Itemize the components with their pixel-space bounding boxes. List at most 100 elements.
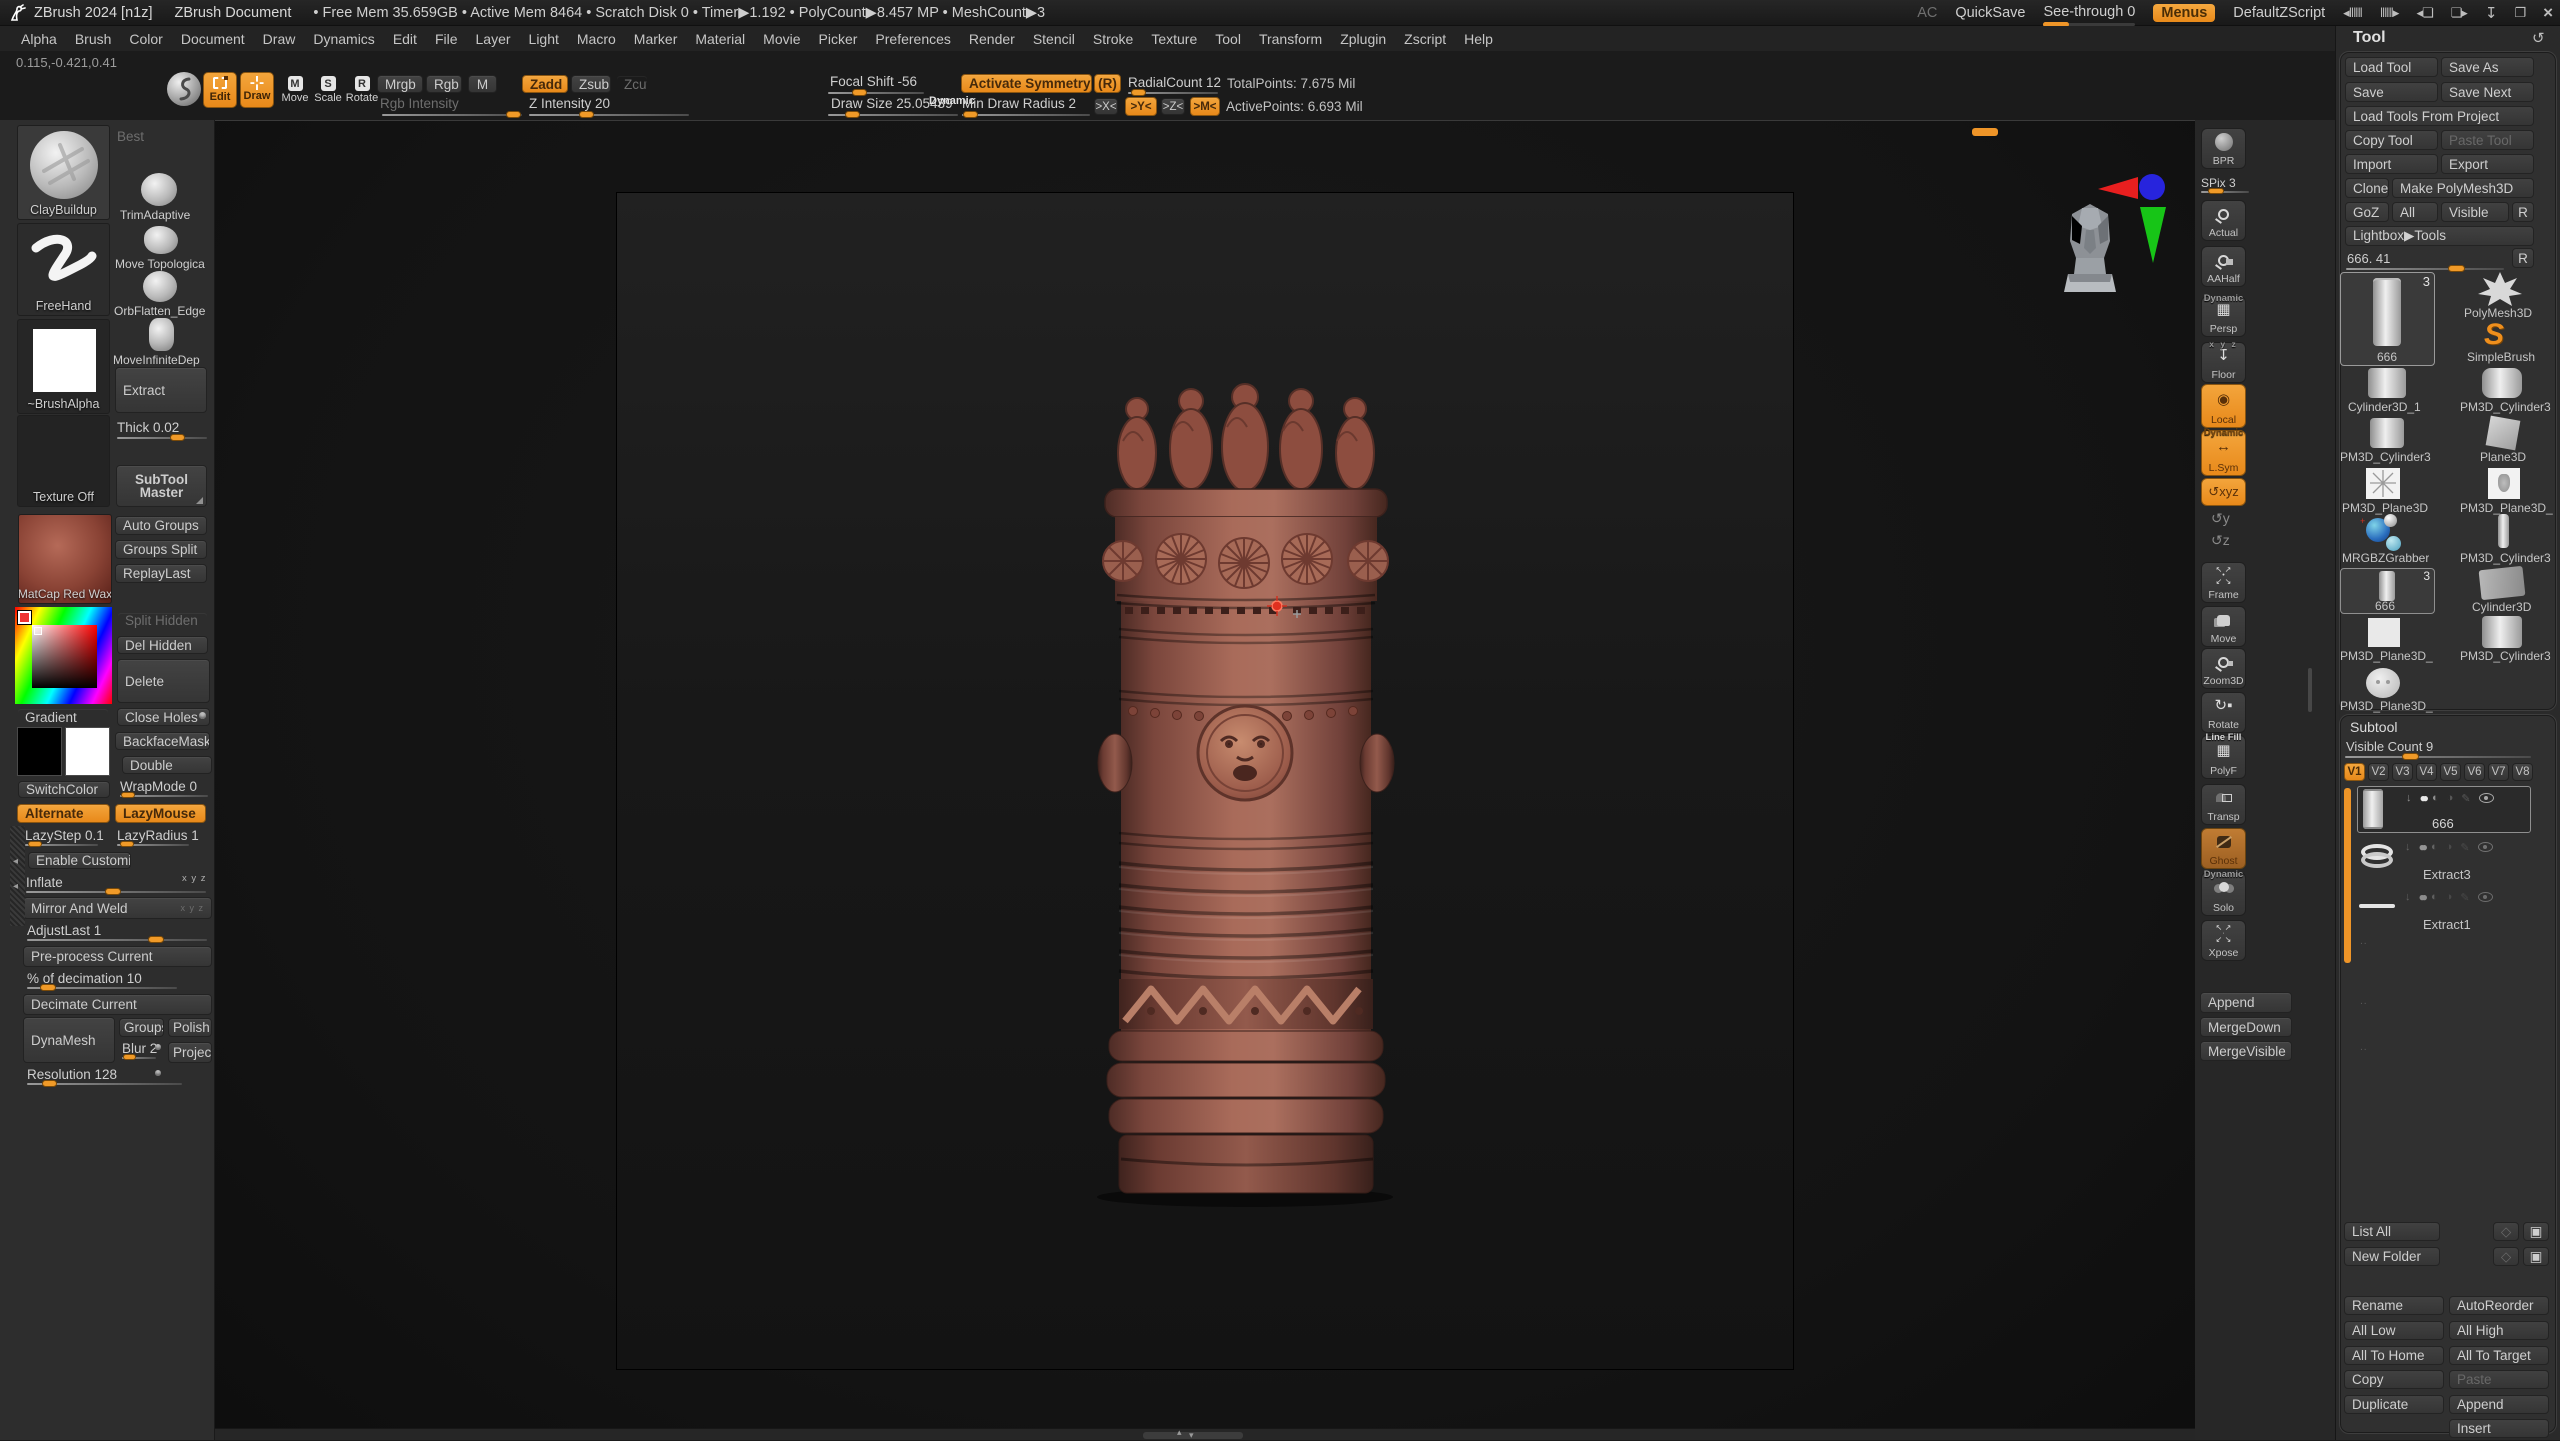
sculpt-brush-icon[interactable]: ✎ [2460, 891, 2469, 904]
menu-alpha[interactable]: Alpha [12, 29, 66, 49]
rgb-intensity-track[interactable] [382, 114, 522, 116]
zbrush-sphere-logo[interactable] [167, 72, 201, 106]
subtool-scroll-indicator[interactable] [2344, 788, 2351, 963]
tool-666-track[interactable] [2346, 268, 2504, 270]
scroll-up-icon[interactable]: ▴ [1177, 1427, 1182, 1438]
tool-item-pm3d-cylinder3-b[interactable]: PM3D_Cylinder3 [2340, 418, 2440, 466]
rotate-button[interactable]: R Rotate [346, 76, 378, 108]
trimadaptive-thumbnail[interactable] [141, 173, 177, 206]
spix-slider[interactable]: SPix 3 [2201, 174, 2251, 190]
visible-count-track[interactable] [2345, 756, 2531, 758]
tray-collapse-right-icon[interactable]: ‖‖‖▸ [2380, 5, 2399, 21]
scroll-down-icon[interactable]: ▾ [1189, 1430, 1194, 1441]
palette-reset-icon[interactable]: ↺ [2532, 29, 2545, 47]
goz-button[interactable]: GoZ [2345, 202, 2389, 222]
save-button[interactable]: Save [2345, 82, 2438, 102]
wrap-mode-handle[interactable] [121, 792, 135, 798]
restore-button[interactable]: ❐ [2514, 5, 2525, 21]
contrast2-icon[interactable]: ◑ [2446, 841, 2453, 853]
visibility-eye-icon[interactable] [2479, 793, 2494, 803]
all-to-target-button[interactable]: All To Target [2449, 1346, 2549, 1365]
solo-button[interactable]: Dynamic Solo [2201, 872, 2246, 916]
paint-icon[interactable]: ●● [2419, 840, 2424, 854]
gradient-button[interactable]: Gradient [17, 708, 109, 726]
tool-item-cylinder3d-1[interactable]: Cylinder3D_1 [2340, 368, 2440, 416]
polypaint-arrow-icon[interactable]: ↓ [2406, 792, 2412, 804]
adjust-last-track[interactable] [27, 939, 207, 941]
tool-item-pm3d-plane3d-b[interactable]: PM3D_Plane3D_ [2340, 618, 2440, 666]
menu-marker[interactable]: Marker [625, 29, 687, 49]
new-folder-button[interactable]: New Folder [2344, 1247, 2440, 1266]
copy-subtool-button[interactable]: Copy [2344, 1370, 2444, 1389]
subtool-tab-v3[interactable]: V3 [2392, 763, 2413, 781]
color-picker[interactable] [15, 607, 112, 704]
tool-item-pm3d-plane3d-nose[interactable]: PM3D_Plane3D_ [2460, 468, 2560, 516]
lsym-button[interactable]: Dynamic ↔ L.Sym [2201, 430, 2246, 476]
new-folder-aux-icon[interactable]: ◇ [2493, 1247, 2519, 1266]
actual-size-button[interactable]: Actual [2201, 200, 2246, 241]
bpr-render-button[interactable]: BPR [2201, 128, 2246, 169]
rotate-xyz-button[interactable]: ↺xyz [2201, 478, 2246, 506]
blur-handle[interactable] [123, 1054, 136, 1060]
switch-color-button[interactable]: SwitchColor [18, 781, 110, 798]
z-intensity-track[interactable] [529, 114, 689, 116]
contrast2-icon[interactable]: ◑ [2447, 792, 2454, 804]
menu-light[interactable]: Light [520, 29, 568, 49]
sym-m-button[interactable]: >M< [1190, 97, 1220, 116]
load-tool-button[interactable]: Load Tool [2345, 57, 2438, 77]
load-tools-from-project-button[interactable]: Load Tools From Project [2345, 106, 2534, 126]
tool-item-666-duplicate[interactable]: 3 666 [2340, 568, 2435, 614]
tool-item-simplebrush[interactable]: S SimpleBrush [2460, 322, 2540, 364]
min-draw-radius-handle[interactable] [963, 111, 978, 118]
dynamesh-project-button[interactable]: Project [168, 1042, 212, 1063]
double-button[interactable]: Double [122, 756, 212, 774]
preprocess-current-button[interactable]: Pre-process Current [23, 946, 212, 967]
focal-shift-track[interactable] [828, 92, 924, 94]
subtool-item-extract3[interactable]: ↓ ●● ◐ ◑ ✎ Extract3 [2357, 836, 2531, 883]
tool-item-pm3d-cylinder3-thin[interactable]: PM3D_Cylinder3 [2460, 518, 2560, 566]
menu-brush[interactable]: Brush [66, 29, 121, 49]
polyframe-button[interactable]: Line Fill ▦ PolyF [2201, 735, 2246, 779]
del-hidden-button[interactable]: Del Hidden [117, 636, 208, 654]
current-brush-claybuildup[interactable]: ClayBuildup [17, 125, 110, 220]
menu-stroke[interactable]: Stroke [1084, 29, 1142, 49]
split-hidden-button[interactable]: Split Hidden [117, 612, 208, 629]
best-label[interactable]: Best [117, 129, 144, 144]
move-button[interactable]: M Move [279, 76, 311, 108]
rotate-canvas-button[interactable]: ↻▪ Rotate [2201, 692, 2246, 733]
make-polymesh3d-button[interactable]: Make PolyMesh3D [2392, 178, 2534, 198]
orbflatten-thumbnail[interactable] [143, 271, 177, 302]
ac-toggle[interactable]: AC [1917, 5, 1937, 21]
subtool-item-extract1[interactable]: ↓ ●● ◐ ◑ ✎ Extract1 [2357, 886, 2531, 933]
perspective-button[interactable]: Dynamic ▦ Persp [2201, 296, 2246, 337]
sculpt-brush-icon[interactable]: ✎ [2461, 792, 2470, 805]
dynamesh-groups-button[interactable]: Groups [119, 1018, 164, 1037]
subtool-tab-v7[interactable]: V7 [2488, 763, 2509, 781]
subtool-tab-v6[interactable]: V6 [2464, 763, 2485, 781]
thick-handle[interactable] [170, 434, 185, 441]
viewport-canvas[interactable] [215, 120, 2195, 1428]
lazy-step-handle[interactable] [28, 841, 42, 847]
axis-orientation-gizmo[interactable] [2090, 173, 2185, 298]
color-picker-square[interactable] [32, 625, 97, 688]
paint-icon[interactable]: ●● [2419, 890, 2424, 904]
adjust-last-handle[interactable] [148, 936, 164, 943]
subtool-tab-v4[interactable]: V4 [2416, 763, 2437, 781]
menu-dynamics[interactable]: Dynamics [304, 29, 383, 49]
menu-tool[interactable]: Tool [1206, 29, 1250, 49]
inflate-handle[interactable] [105, 888, 121, 895]
enable-customize-button[interactable]: Enable Customize [28, 852, 131, 869]
scale-button[interactable]: S Scale [312, 76, 344, 108]
menu-help[interactable]: Help [1455, 29, 1502, 49]
append-shelf-button[interactable]: Append [2200, 992, 2292, 1013]
zcut-button[interactable]: Zcut [616, 75, 648, 93]
tool-item-polymesh3d[interactable]: PolyMesh3D [2460, 272, 2540, 320]
defaultzscript-button[interactable]: DefaultZScript [2233, 5, 2325, 21]
contrast-icon[interactable]: ◐ [2431, 841, 2438, 853]
rotate-y-button[interactable]: ↺y [2211, 510, 2230, 527]
merge-visible-button[interactable]: MergeVisible [2200, 1041, 2292, 1061]
min-draw-radius-track[interactable] [962, 114, 1090, 116]
main-color-swatch[interactable] [17, 727, 62, 776]
tool-item-mrgbzgrabber[interactable]: + MRGBZGrabber [2340, 518, 2440, 566]
aahalf-button[interactable]: AAHalf [2201, 246, 2246, 287]
